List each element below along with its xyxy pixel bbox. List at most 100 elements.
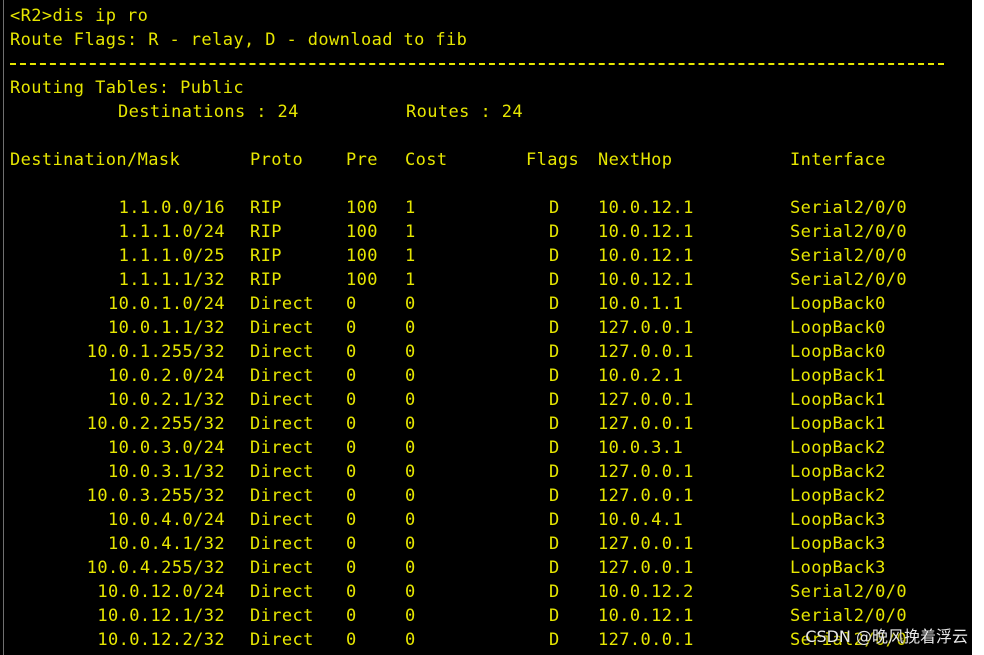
route-nexthop: 127.0.0.1 — [598, 534, 694, 554]
route-nexthop: 10.0.12.1 — [598, 606, 694, 626]
route-proto: RIP — [250, 198, 282, 218]
route-interface: LoopBack3 — [790, 534, 886, 554]
route-flags: D — [549, 630, 560, 650]
route-flags: D — [549, 462, 560, 482]
route-pre: 100 — [346, 270, 378, 290]
route-proto: Direct — [250, 414, 314, 434]
terminal-window[interactable]: <R2>dis ip ro Route Flags: R - relay, D … — [0, 0, 972, 655]
table-row: 1.1.1.0/24 RIP 100 1 D 10.0.12.1 Serial2/0/0 — [10, 220, 940, 244]
route-proto: Direct — [250, 510, 314, 530]
table-row: 10.0.3.0/24 Direct 0 0 D 10.0.3.1 LoopBack2 — [10, 436, 940, 460]
table-row: 10.0.4.0/24 Direct 0 0 D 10.0.4.1 LoopBack3 — [10, 508, 940, 532]
route-proto: Direct — [250, 390, 314, 410]
routing-tables-label: Routing Tables: Public — [10, 78, 244, 98]
route-pre: 0 — [346, 582, 357, 602]
route-interface: LoopBack0 — [790, 342, 886, 362]
route-nexthop: 127.0.0.1 — [598, 342, 694, 362]
route-flags: D — [549, 198, 560, 218]
route-pre: 0 — [346, 630, 357, 650]
route-cost: 0 — [405, 486, 416, 506]
route-proto: Direct — [250, 438, 314, 458]
header-pre: Pre — [346, 150, 378, 170]
route-proto: Direct — [250, 366, 314, 386]
header-interface: Interface — [790, 150, 886, 170]
route-flags: D — [549, 318, 560, 338]
route-nexthop: 10.0.12.1 — [598, 270, 694, 290]
route-nexthop: 10.0.12.1 — [598, 246, 694, 266]
route-pre: 0 — [346, 510, 357, 530]
route-interface: LoopBack0 — [790, 294, 886, 314]
route-nexthop: 127.0.0.1 — [598, 318, 694, 338]
route-flags: D — [549, 246, 560, 266]
route-cost: 0 — [405, 342, 416, 362]
table-row: 10.0.12.0/24 Direct 0 0 D 10.0.12.2 Serial2/0/… — [10, 580, 940, 604]
table-row: 1.1.1.0/25 RIP 100 1 D 10.0.12.1 Serial2/0/0 — [10, 244, 940, 268]
route-nexthop: 10.0.12.1 — [598, 198, 694, 218]
route-proto: Direct — [250, 606, 314, 626]
separator-line — [10, 63, 944, 67]
table-row: 10.0.3.1/32 Direct 0 0 D 127.0.0.1 LoopBack2 — [10, 460, 940, 484]
route-pre: 0 — [346, 606, 357, 626]
route-flags: D — [549, 582, 560, 602]
route-proto: RIP — [250, 270, 282, 290]
watermark-label: CSDN @晚风挽着浮云 — [805, 627, 968, 646]
route-nexthop: 127.0.0.1 — [598, 558, 694, 578]
route-destination: 10.0.12.2/32 — [97, 630, 225, 650]
route-flags: D — [549, 534, 560, 554]
route-flags: D — [549, 510, 560, 530]
table-row: 10.0.2.255/32 Direct 0 0 D 127.0.0.1 LoopBack1 — [10, 412, 940, 436]
route-pre: 0 — [346, 294, 357, 314]
route-flags: D — [549, 606, 560, 626]
routes-count: Routes : 24 — [406, 102, 523, 122]
table-row: 10.0.3.255/32 Direct 0 0 D 127.0.0.1 LoopBack2 — [10, 484, 940, 508]
route-nexthop: 10.0.3.1 — [598, 438, 684, 458]
table-row: 10.0.1.0/24 Direct 0 0 D 10.0.1.1 LoopBack0 — [10, 292, 940, 316]
route-pre: 100 — [346, 246, 378, 266]
table-row: 10.0.12.2/32 Direct 0 0 D 127.0.0.1 Serial2/0/… — [10, 628, 940, 652]
route-nexthop: 10.0.2.1 — [598, 366, 684, 386]
route-cost: 1 — [405, 246, 416, 266]
destinations-count: Destinations : 24 — [118, 102, 299, 122]
route-flags: D — [549, 366, 560, 386]
header-cost: Cost — [405, 150, 448, 170]
route-nexthop: 127.0.0.1 — [598, 462, 694, 482]
route-destination: 10.0.3.0/24 — [108, 438, 225, 458]
route-interface: LoopBack1 — [790, 390, 886, 410]
route-pre: 0 — [346, 414, 357, 434]
route-destination: 1.1.0.0/16 — [118, 198, 225, 218]
table-row: 1.1.0.0/16 RIP 100 1 D 10.0.12.1 Serial2/0/0 — [10, 196, 940, 220]
route-pre: 100 — [346, 198, 378, 218]
right-gutter — [972, 0, 984, 655]
route-interface: Serial2/0/0 — [790, 222, 907, 242]
route-nexthop: 127.0.0.1 — [598, 486, 694, 506]
table-row: 1.1.1.1/32 RIP 100 1 D 10.0.12.1 Serial2/0/0 — [10, 268, 940, 292]
route-proto: Direct — [250, 582, 314, 602]
header-destination: Destination/Mask — [10, 150, 181, 170]
route-nexthop: 10.0.1.1 — [598, 294, 684, 314]
table-row: 10.0.1.255/32 Direct 0 0 D 127.0.0.1 LoopBack0 — [10, 340, 940, 364]
summary-line: Destinations : 24 Routes : 24 — [10, 100, 910, 124]
route-cost: 1 — [405, 270, 416, 290]
route-cost: 0 — [405, 630, 416, 650]
route-proto: RIP — [250, 246, 282, 266]
route-destination: 10.0.3.1/32 — [108, 462, 225, 482]
header-nexthop: NextHop — [598, 150, 673, 170]
route-pre: 0 — [346, 438, 357, 458]
route-cost: 0 — [405, 390, 416, 410]
route-destination: 10.0.4.255/32 — [86, 558, 225, 578]
route-interface: LoopBack2 — [790, 438, 886, 458]
route-proto: Direct — [250, 486, 314, 506]
route-nexthop: 10.0.4.1 — [598, 510, 684, 530]
header-proto: Proto — [250, 150, 304, 170]
route-flags: D — [549, 558, 560, 578]
route-pre: 0 — [346, 558, 357, 578]
route-destination: 10.0.1.0/24 — [108, 294, 225, 314]
route-pre: 0 — [346, 366, 357, 386]
table-row: 10.0.12.1/32 Direct 0 0 D 10.0.12.1 Serial2/0/… — [10, 604, 940, 628]
route-nexthop: 10.0.12.1 — [598, 222, 694, 242]
table-row: 10.0.2.0/24 Direct 0 0 D 10.0.2.1 LoopBack1 — [10, 364, 940, 388]
route-cost: 0 — [405, 438, 416, 458]
route-proto: Direct — [250, 462, 314, 482]
route-flags: D — [549, 486, 560, 506]
route-destination: 10.0.2.1/32 — [108, 390, 225, 410]
